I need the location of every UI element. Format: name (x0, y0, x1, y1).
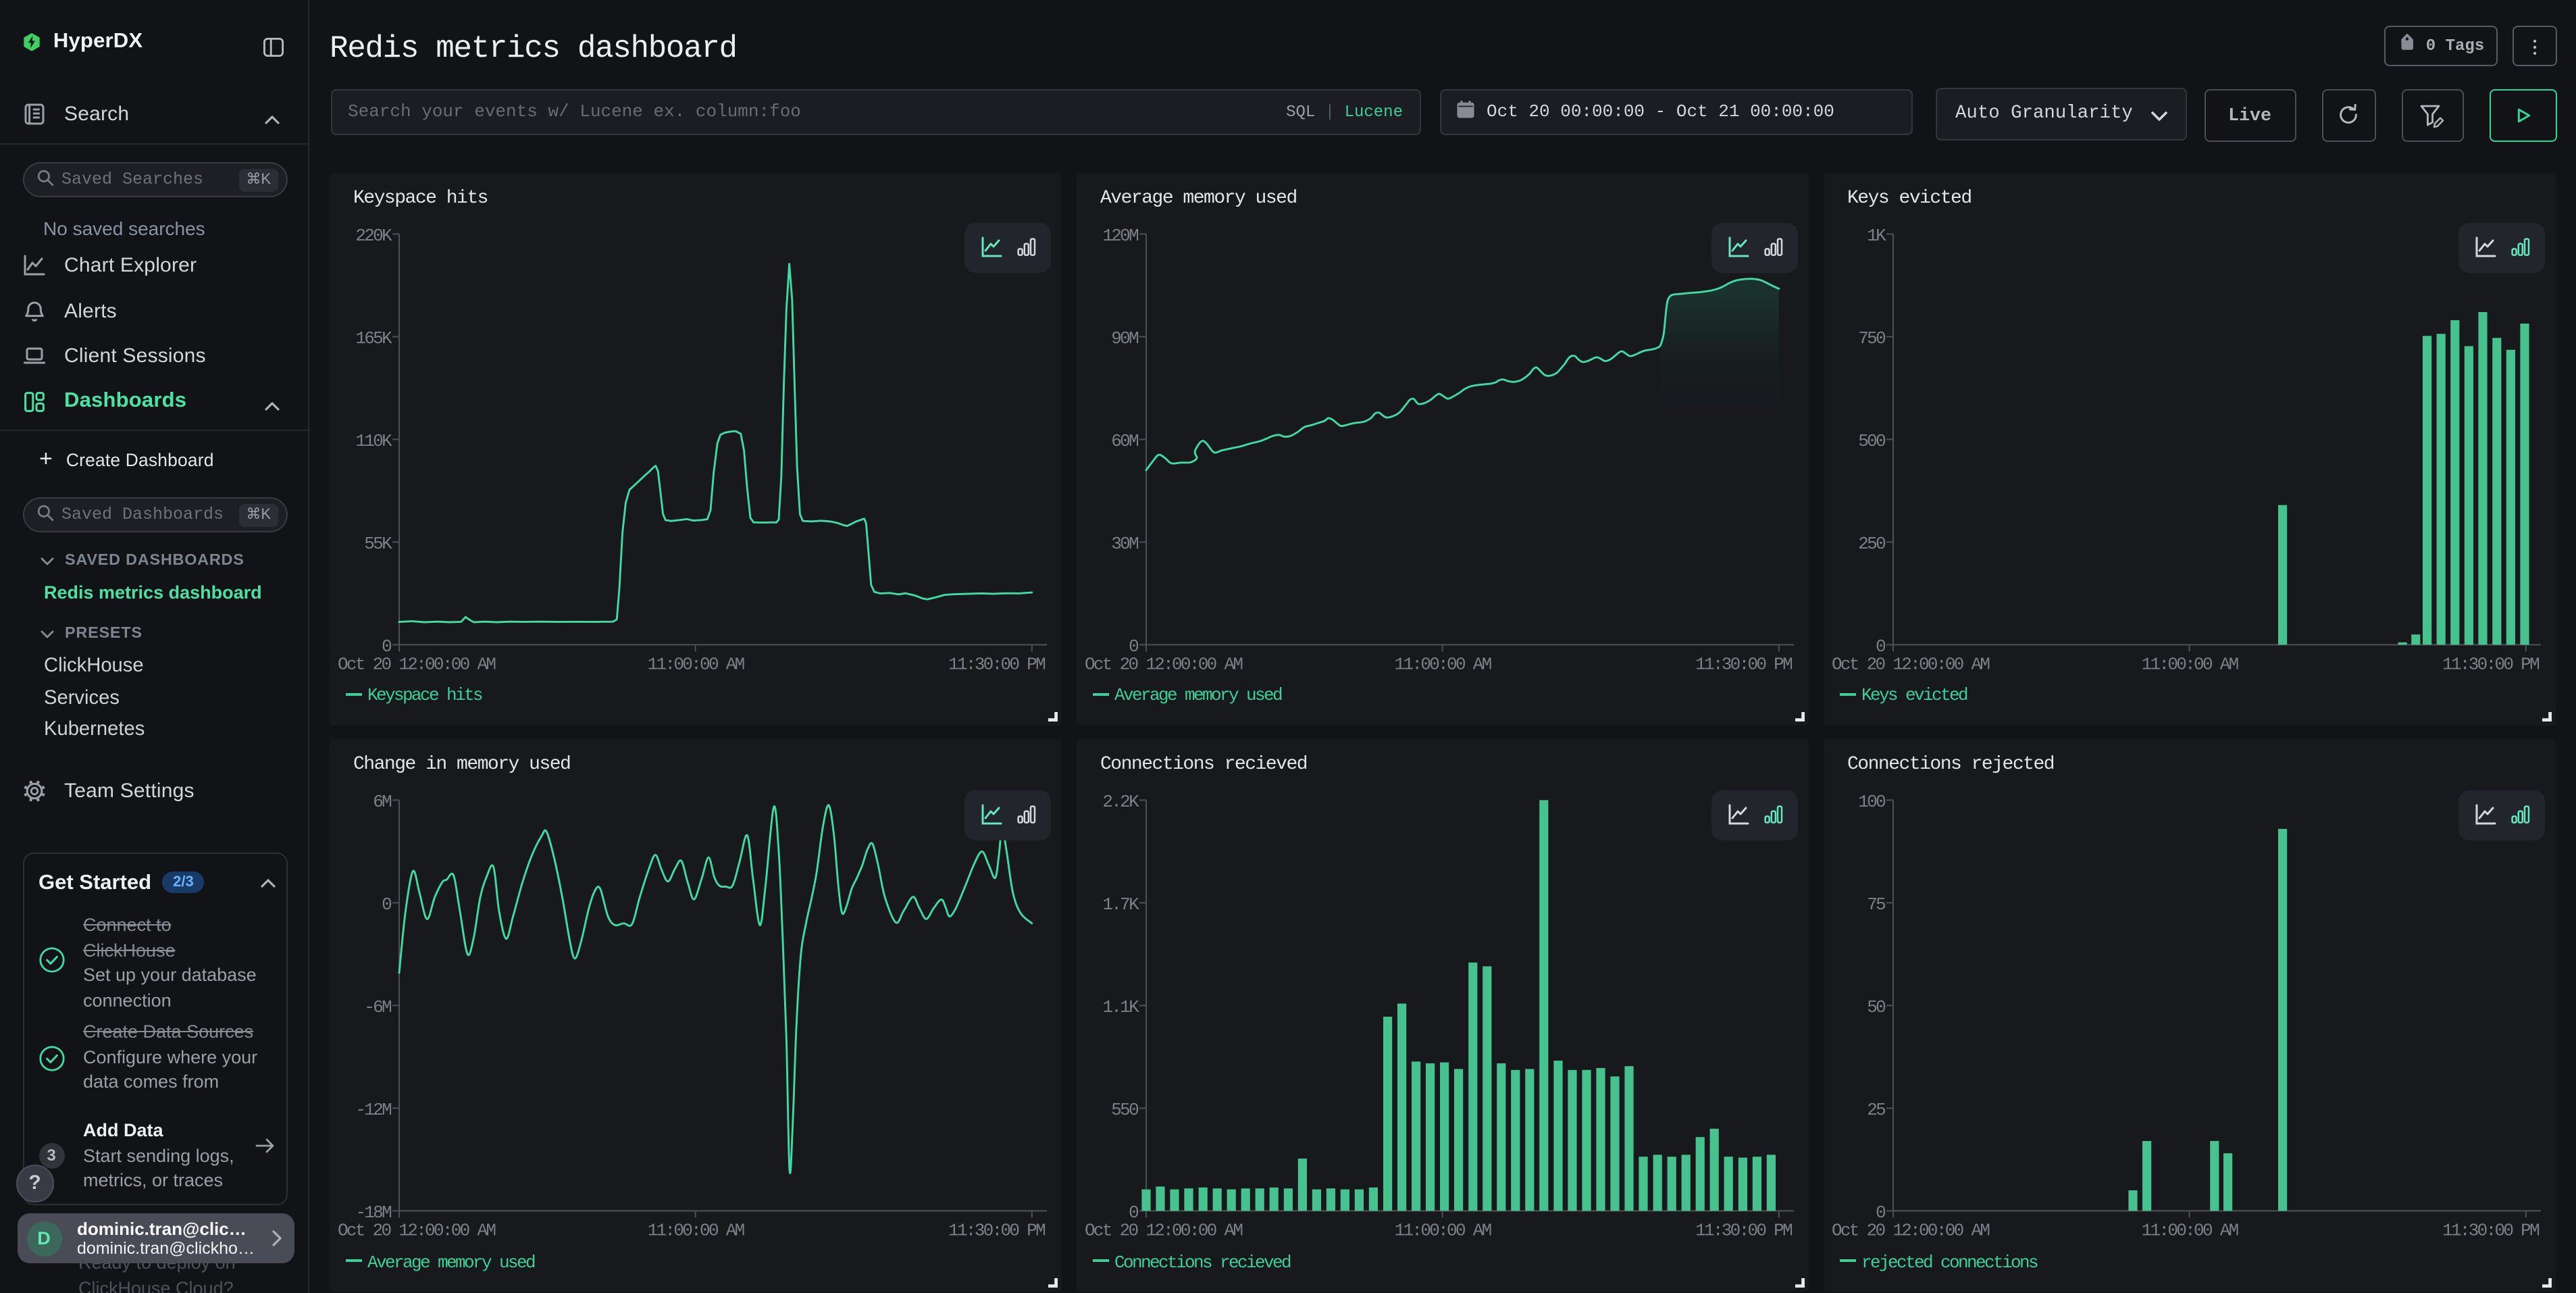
svg-text:11:30:00 PM: 11:30:00 PM (948, 1220, 1044, 1240)
svg-text:Oct 20 12:00:00 AM: Oct 20 12:00:00 AM (1831, 1220, 1988, 1240)
svg-text:11:30:00 PM: 11:30:00 PM (948, 653, 1044, 674)
svg-text:6M: 6M (372, 792, 390, 812)
svg-text:75: 75 (1866, 894, 1884, 915)
svg-text:11:00:00 AM: 11:00:00 AM (647, 1220, 744, 1240)
svg-text:100: 100 (1857, 792, 1884, 812)
svg-text:1K: 1K (1866, 225, 1886, 245)
svg-text:Oct 20 12:00:00 AM: Oct 20 12:00:00 AM (1084, 653, 1241, 674)
svg-text:11:30:00 PM: 11:30:00 PM (1695, 1220, 1791, 1240)
svg-text:220K: 220K (355, 225, 392, 245)
svg-text:Oct 20 12:00:00 AM: Oct 20 12:00:00 AM (1831, 653, 1988, 674)
svg-text:0: 0 (1875, 1202, 1884, 1223)
svg-text:11:00:00 AM: 11:00:00 AM (2141, 653, 2238, 674)
svg-text:550: 550 (1110, 1100, 1137, 1120)
svg-text:25: 25 (1866, 1100, 1884, 1120)
svg-text:0: 0 (381, 636, 390, 656)
svg-text:50: 50 (1866, 997, 1884, 1017)
svg-text:0: 0 (1875, 636, 1884, 656)
svg-text:11:30:00 PM: 11:30:00 PM (2442, 1220, 2538, 1240)
svg-text:-6M: -6M (363, 997, 390, 1017)
svg-text:90M: 90M (1110, 328, 1137, 348)
svg-text:11:00:00 AM: 11:00:00 AM (2141, 1220, 2238, 1240)
svg-text:750: 750 (1857, 328, 1884, 348)
svg-text:1.7K: 1.7K (1102, 894, 1139, 915)
svg-text:11:00:00 AM: 11:00:00 AM (1394, 1220, 1491, 1240)
svg-text:11:30:00 PM: 11:30:00 PM (2442, 653, 2538, 674)
svg-text:500: 500 (1857, 430, 1884, 451)
svg-text:250: 250 (1857, 533, 1884, 553)
svg-text:Oct 20 12:00:00 AM: Oct 20 12:00:00 AM (337, 1220, 494, 1240)
svg-text:Oct 20 12:00:00 AM: Oct 20 12:00:00 AM (337, 653, 494, 674)
svg-text:2.2K: 2.2K (1102, 792, 1139, 812)
svg-text:30M: 30M (1110, 533, 1137, 553)
svg-text:Oct 20 12:00:00 AM: Oct 20 12:00:00 AM (1084, 1220, 1241, 1240)
svg-text:110K: 110K (355, 430, 392, 451)
svg-text:-18M: -18M (355, 1202, 390, 1223)
svg-text:0: 0 (1128, 636, 1137, 656)
svg-text:0: 0 (1128, 1202, 1137, 1223)
svg-text:120M: 120M (1102, 225, 1137, 245)
svg-text:165K: 165K (355, 328, 392, 348)
svg-text:-12M: -12M (355, 1100, 390, 1120)
svg-text:1.1K: 1.1K (1102, 997, 1139, 1017)
svg-text:11:30:00 PM: 11:30:00 PM (1695, 653, 1791, 674)
svg-text:11:00:00 AM: 11:00:00 AM (647, 653, 744, 674)
svg-text:55K: 55K (363, 533, 392, 553)
svg-text:60M: 60M (1110, 430, 1137, 451)
svg-text:11:00:00 AM: 11:00:00 AM (1394, 653, 1491, 674)
svg-text:0: 0 (381, 894, 390, 915)
